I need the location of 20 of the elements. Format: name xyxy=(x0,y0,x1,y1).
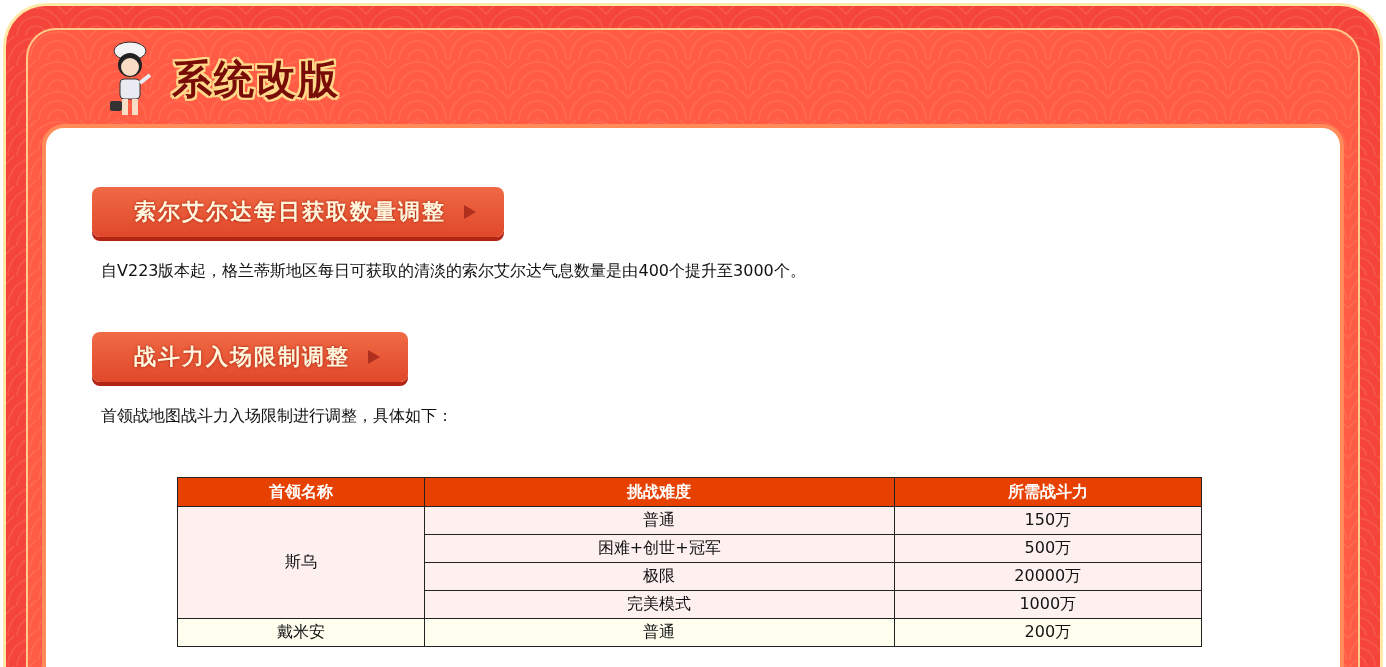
table-cell: 困难+创世+冠军 xyxy=(424,534,895,563)
triangle-icon xyxy=(464,205,476,219)
triangle-icon xyxy=(368,350,380,364)
column-header: 所需战斗力 xyxy=(894,477,1202,507)
table-cell: 普通 xyxy=(424,618,895,647)
table-cell: 150万 xyxy=(894,506,1202,535)
table-cell: 斯乌 xyxy=(177,506,425,619)
paragraph: 自V223版本起，格兰蒂斯地区每日可获取的清淡的索尔艾尔达气息数量是由400个提升至3000个。 xyxy=(101,261,807,282)
page-title: 系统改版 xyxy=(172,53,340,104)
column-header: 首领名称 xyxy=(177,477,425,507)
paragraph: 首领战地图战斗力入场限制进行调整，具体如下： xyxy=(101,406,454,427)
column-header: 挑战难度 xyxy=(424,477,895,507)
table-cell: 完美模式 xyxy=(424,590,895,619)
table-cell: 1000万 xyxy=(894,590,1202,619)
table-cell: 极限 xyxy=(424,562,895,591)
table-cell: 戴米安 xyxy=(177,618,425,647)
table-cell: 20000万 xyxy=(894,562,1202,591)
table-cell: 200万 xyxy=(894,618,1202,647)
table-cell: 500万 xyxy=(894,534,1202,563)
table-cell: 普通 xyxy=(424,506,895,535)
